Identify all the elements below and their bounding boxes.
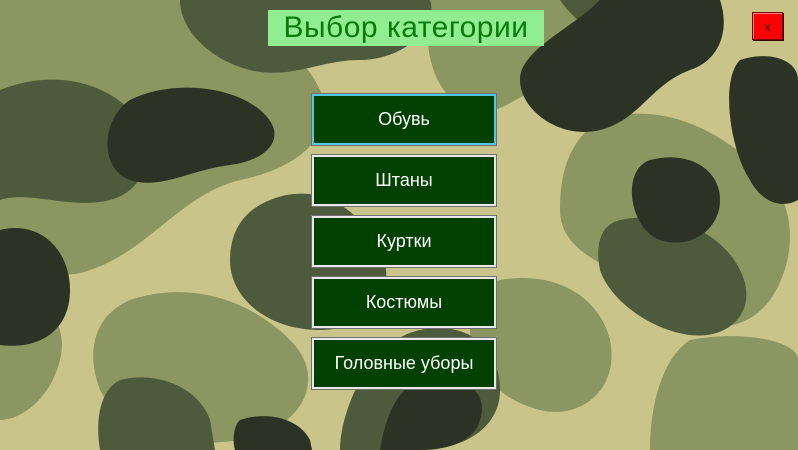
close-icon: x <box>764 18 771 34</box>
category-menu: Обувь Штаны Куртки Костюмы Головные убор… <box>311 93 497 399</box>
category-button-jackets[interactable]: Куртки <box>311 215 497 268</box>
category-button-headwear[interactable]: Головные уборы <box>311 337 497 390</box>
category-button-suits[interactable]: Костюмы <box>311 276 497 329</box>
category-button-pants[interactable]: Штаны <box>311 154 497 207</box>
close-button[interactable]: x <box>752 12 783 40</box>
title-banner: Выбор категории <box>268 10 544 46</box>
category-button-shoes[interactable]: Обувь <box>311 93 497 146</box>
page-title: Выбор категории <box>283 11 529 44</box>
category-window: Выбор категории x Обувь Штаны Куртки Кос… <box>0 0 798 450</box>
